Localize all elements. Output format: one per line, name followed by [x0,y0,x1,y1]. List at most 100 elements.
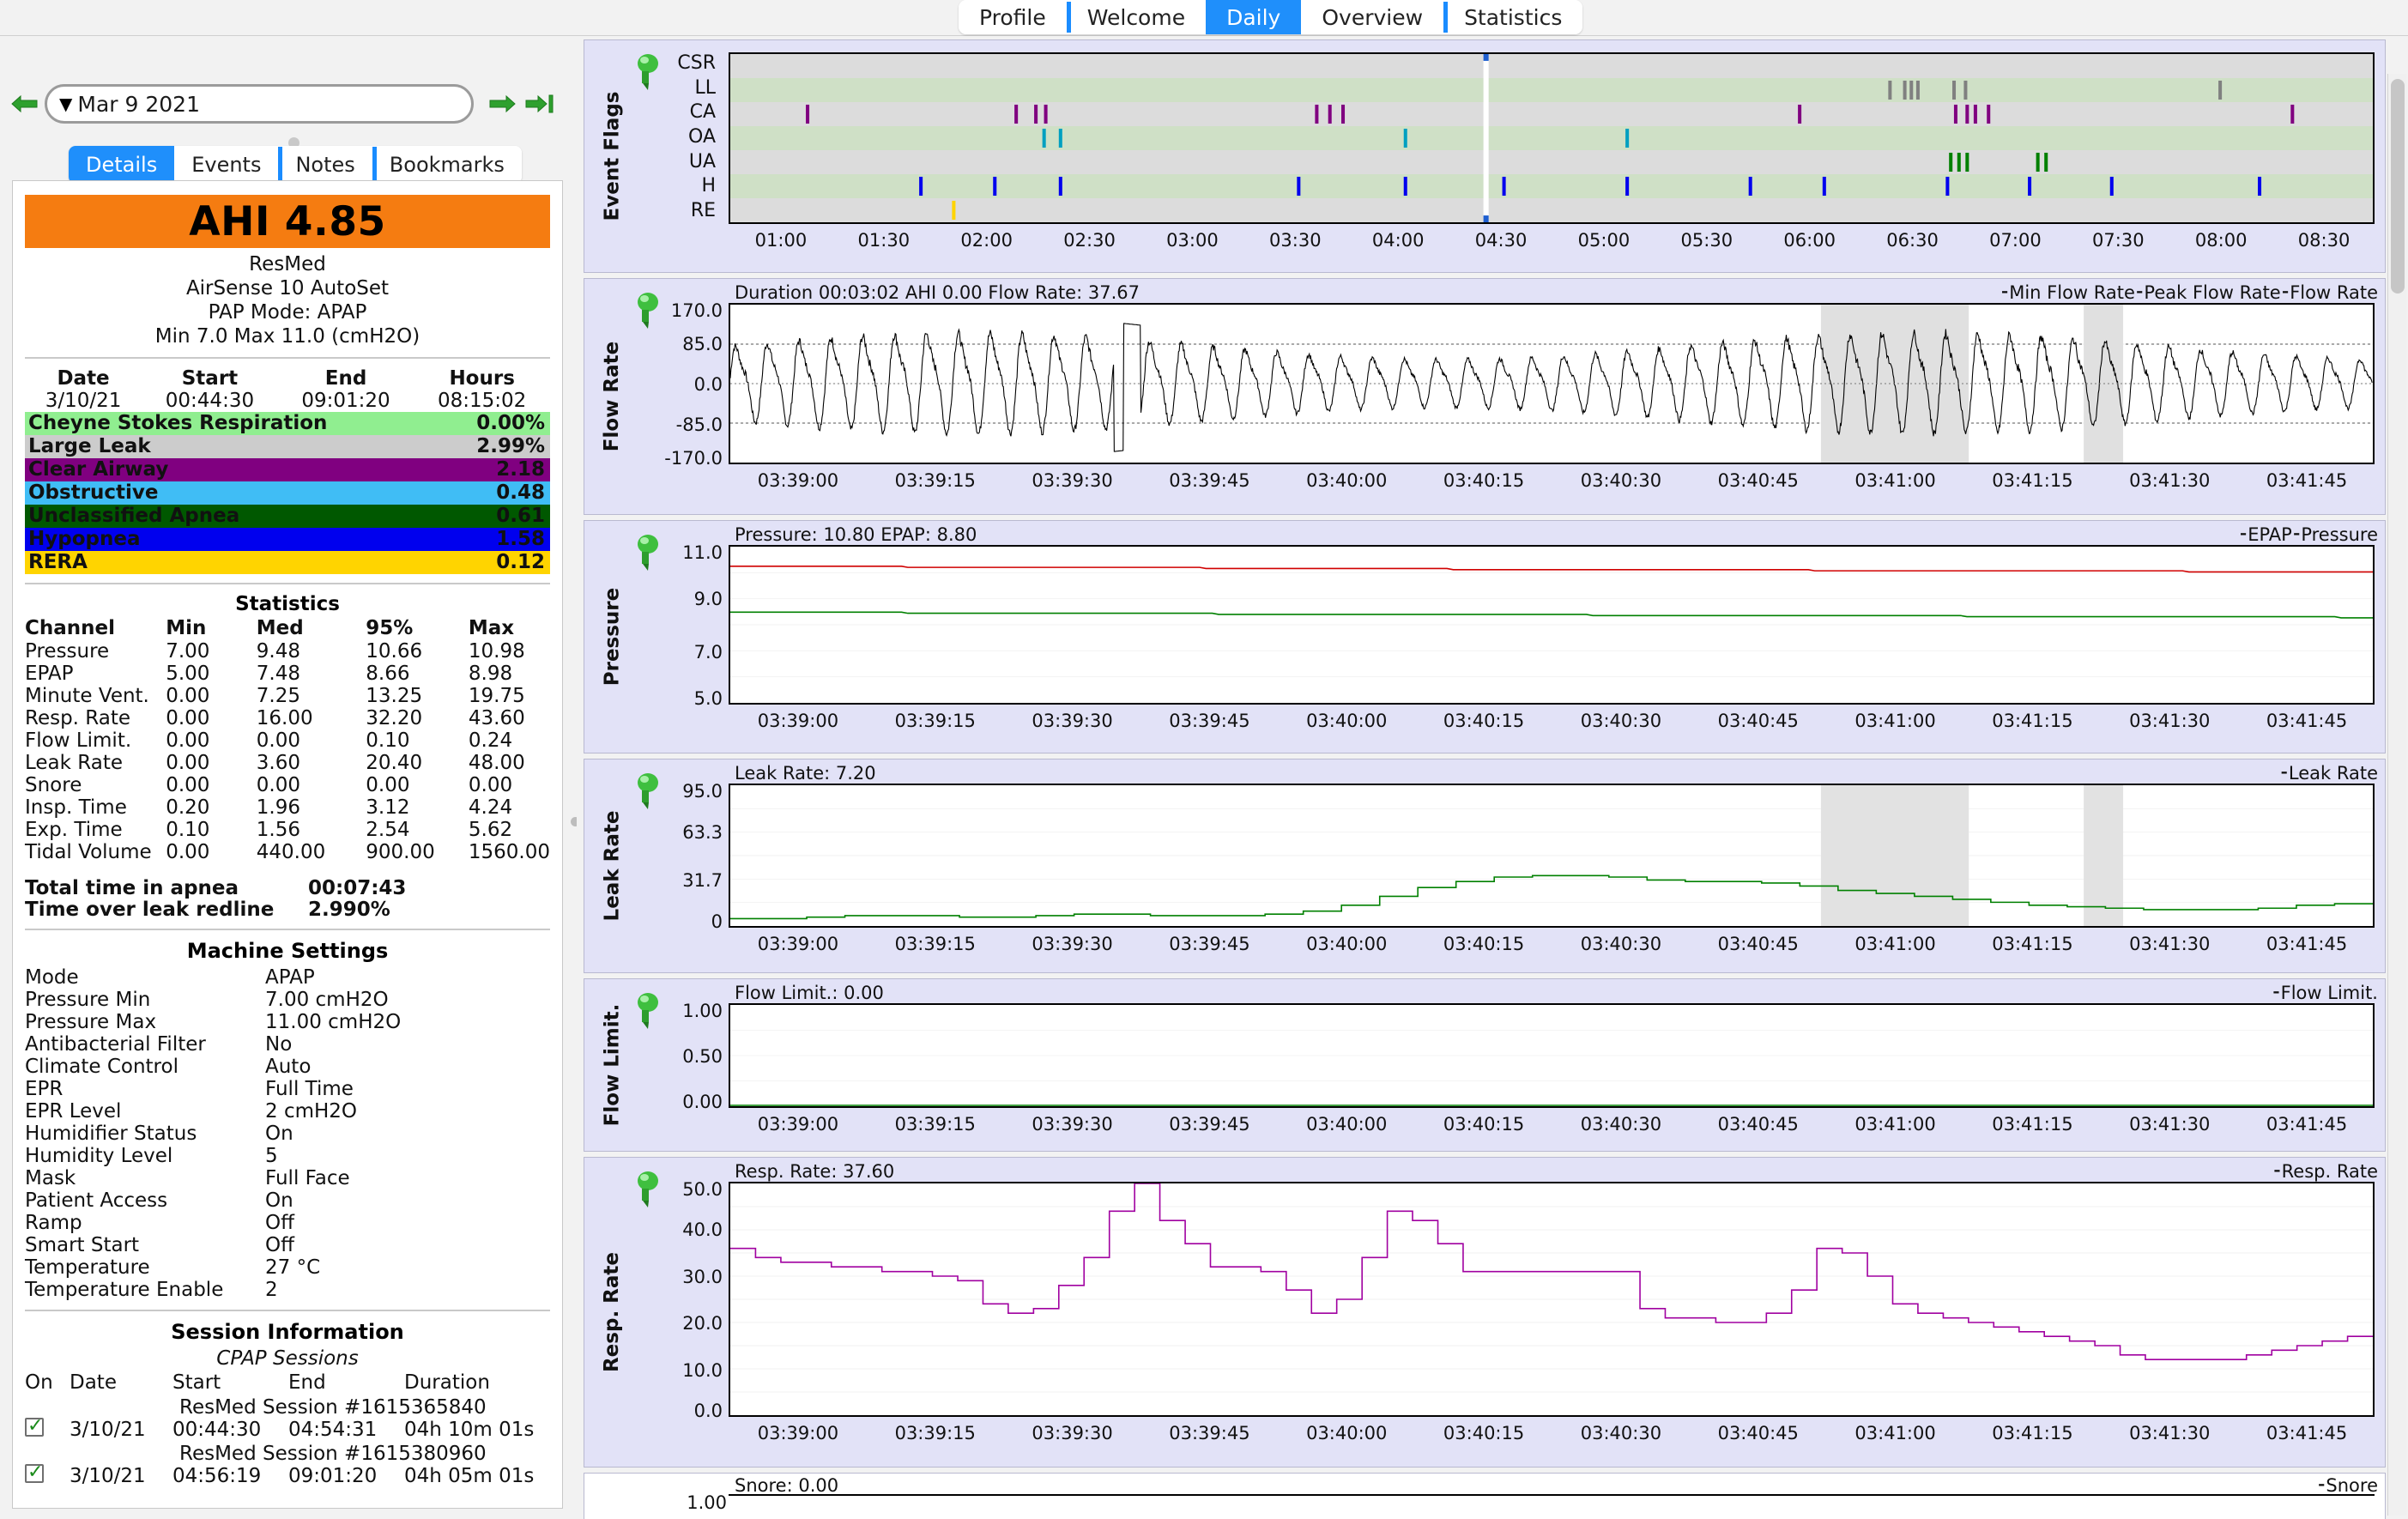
flow-rate-xtick: 03:41:45 [2266,470,2348,491]
session-on-cell[interactable] [25,1462,70,1488]
event-flag-row[interactable]: Large Leak 2.99% [25,435,550,459]
event-flags-xtick: 01:30 [857,230,911,251]
event-flag-row-label: CSR [677,52,716,75]
event-marker [2044,152,2048,172]
flow-limit-xtick: 03:41:45 [2266,1114,2348,1135]
oscar-daily-window: Profile Welcome Daily Overview Statistics ▼ … [0,0,2408,1519]
stat-value: 4.24 [468,796,513,820]
subtab-bookmarks[interactable]: Bookmarks [372,146,522,184]
tab-statistics[interactable]: Statistics [1443,0,1583,34]
event-flag-label: Clear Airway [28,458,169,481]
leak-rate-xtick: 03:39:30 [1032,934,1113,954]
event-flag-row[interactable]: RERA 0.12 [25,551,550,575]
session-duration: 04h 05m 01s [404,1465,535,1488]
sessions-table: On Date Start End Duration ResMed Session #1… [25,1371,550,1488]
stat-value: 7.25 [256,685,300,708]
session-row[interactable]: 3/10/21 00:44:30 04:54:31 04h 10m 01s [25,1415,550,1442]
setting-value: Full Time [265,1078,354,1101]
stat-col-header: Channel [25,617,116,640]
stat-value: 0.00 [166,729,210,753]
stat-row: Pressure 7.00 9.48 10.66 10.98 [25,640,550,663]
event-marker [1952,80,1957,100]
event-col-value: 00:44:30 [165,390,255,413]
flow-rate-xtick: 03:39:30 [1032,470,1113,491]
session-label: ResMed Session #1615365840 [179,1396,487,1419]
scrollbar-thumb[interactable] [2391,79,2405,294]
graph-title-resp-rate: Resp. Rate: 37.60 [735,1161,895,1182]
large-leak-shade [2084,785,2124,926]
arrow-right-icon[interactable] [487,93,517,115]
event-marker [1403,128,1407,148]
graph-panel-leak-rate: Leak Rate Leak Rate: 7.20 ⁃Leak Rate 95.… [584,759,2386,973]
stat-row: Flow Limit. 0.00 0.00 0.10 0.24 [25,729,550,752]
event-flags-xtick: 03:00 [1166,230,1219,251]
event-flag-row[interactable]: Hypopnea 1.58 [25,528,550,552]
tab-profile[interactable]: Profile [959,0,1067,34]
resp-rate-xtick: 03:41:15 [1992,1423,2073,1443]
date-input[interactable]: ▼ Mar 9 2021 [45,84,474,124]
setting-key: Patient Access [25,1189,168,1213]
flow-limit-xtick: 03:41:15 [1992,1114,2073,1135]
event-flag-row[interactable]: Obstructive 0.48 [25,481,550,505]
machine-setting-row: Pressure Max 11.00 cmH2O [25,1011,550,1033]
top-tab-bar: Profile Welcome Daily Overview Statistics [0,0,2408,36]
pressure-ytick: 5.0 [693,688,723,709]
graph-ylabel-pressure: Pressure [601,587,623,687]
session-checkbox[interactable] [25,1462,44,1484]
arrow-right-end-icon[interactable] [525,93,554,115]
graph-legend-resp-rate: ⁃Resp. Rate [2272,1161,2378,1182]
session-row[interactable]: 3/10/21 04:56:19 09:01:20 04h 05m 01s [25,1462,550,1488]
pressure-xtick: 03:40:00 [1306,711,1388,731]
event-marker [1822,176,1826,197]
pressure-range: Min 7.0 Max 11.0 (cmH2O) [154,325,420,348]
event-flags-xtick: 04:00 [1371,230,1425,251]
event-flags-xtick: 01:00 [754,230,808,251]
event-flag-row[interactable]: Clear Airway 2.18 [25,458,550,482]
event-marker [1888,80,1892,100]
event-flag-row[interactable]: Unclassified Apnea 0.61 [25,505,550,529]
vertical-scrollbar[interactable] [2387,74,2406,1516]
stat-value: 5.62 [468,819,513,842]
setting-key: Climate Control [25,1056,178,1079]
session-information-title: Session Information [171,1320,404,1345]
tab-welcome[interactable]: Welcome [1066,0,1207,34]
resp-rate-xtick: 03:39:15 [894,1423,976,1443]
stat-value: 8.98 [468,663,513,686]
event-marker [1748,176,1752,197]
stat-value: 32.20 [366,707,423,730]
flow-rate-ytick: 0.0 [693,374,723,395]
divider [25,357,550,360]
divider [25,1310,550,1312]
stat-value: 16.00 [256,707,313,730]
graph-panel-flow-rate: Flow Rate Duration 00:03:02 AHI 0.00 Flo… [584,278,2386,515]
subtab-events[interactable]: Events [174,146,279,184]
stat-value: 0.00 [256,774,300,797]
graph-legend-flow-limit: ⁃Flow Limit. [2272,983,2378,1003]
event-flag-row[interactable]: Cheyne Stokes Respiration 0.00% [25,412,550,436]
stat-value: 0.00 [166,752,210,775]
stat-value: 2.54 [366,819,410,842]
setting-key: Ramp [25,1212,82,1235]
stat-value: 13.25 [366,685,423,708]
resp-rate-xtick: 03:39:45 [1169,1423,1250,1443]
tab-daily[interactable]: Daily [1206,0,1302,34]
flow-rate-ytick: -170.0 [664,448,723,469]
arrow-left-icon[interactable] [10,93,39,115]
event-flag-row-label: CA [689,101,716,124]
session-col-header: Duration [404,1371,490,1395]
graph-ylabel-event-flags: Event Flags [601,91,624,221]
subtab-details[interactable]: Details [69,146,175,184]
total-value: 2.990% [308,898,390,921]
graph-panel-pressure: Pressure Pressure: 10.80 EPAP: 8.80 ⁃EPA… [584,520,2386,753]
session-on-cell[interactable] [25,1415,70,1442]
event-flag-label: Hypopnea [28,528,141,551]
event-col-header: Hours [449,367,515,390]
session-checkbox[interactable] [25,1415,44,1437]
stat-col-header: Max [468,617,515,640]
tab-overview[interactable]: Overview [1301,0,1444,34]
event-marker [1058,176,1062,197]
resp-rate-xtick: 03:39:00 [757,1423,839,1443]
subtab-notes[interactable]: Notes [278,146,372,184]
event-flag-value: 1.58 [496,528,545,551]
event-flag-row-label: UA [688,150,716,172]
